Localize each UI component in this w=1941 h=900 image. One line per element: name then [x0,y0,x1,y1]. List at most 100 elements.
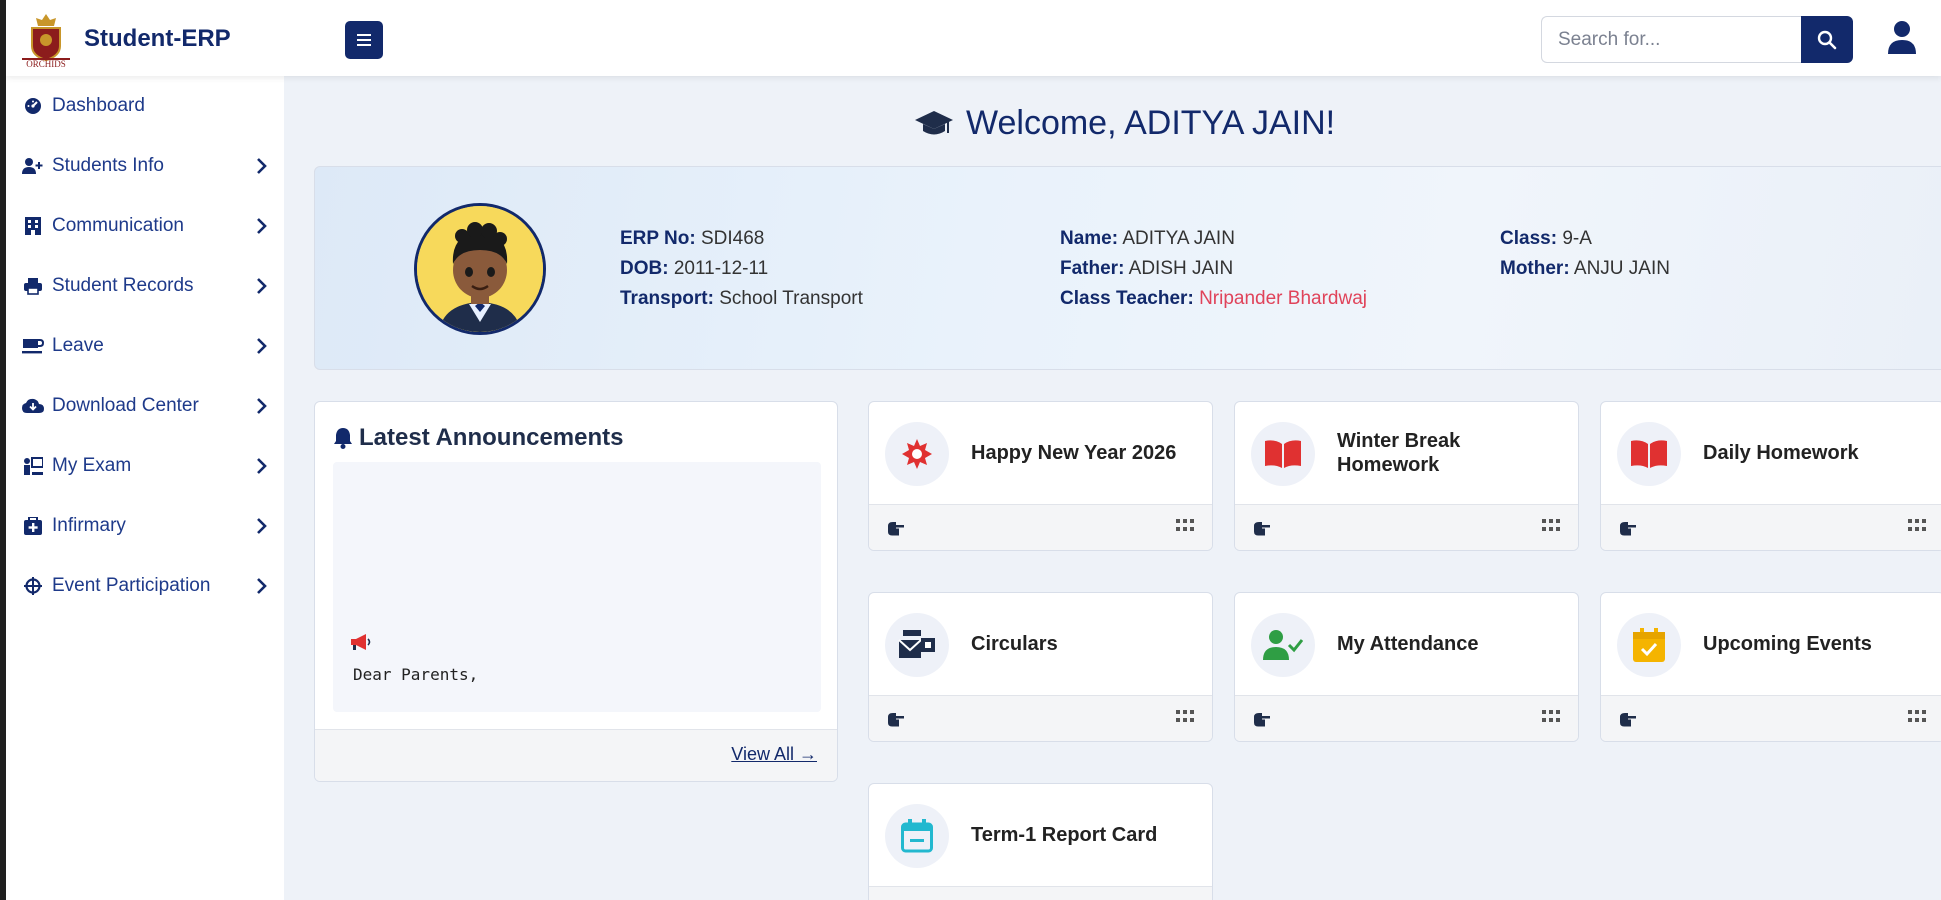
name-field: Name: ADITYA JAIN [1060,228,1235,250]
sidebar-item-label: Download Center [52,395,199,416]
sidebar-item-label: Students Info [52,155,164,176]
card-footer [1601,504,1941,550]
chevron-right-icon [257,338,267,354]
card-title: Winter Break Homework [1337,430,1461,476]
chalkboard-teacher-icon [22,455,44,477]
search-bar [1541,16,1853,63]
sidebar-item-leave[interactable]: Leave [22,326,272,366]
sidebar-item-communication[interactable]: Communication [22,206,272,246]
card-title: My Attendance [1337,633,1479,655]
card-title: Term-1 Report Card [971,824,1158,846]
card-icon-circle [885,613,949,677]
book-open-icon [1265,440,1301,468]
sidebar-item-label: Infirmary [52,515,126,536]
megaphone-icon [351,634,371,650]
name-value: ADITYA JAIN [1122,228,1235,249]
announcement-content: Dear Parents, [333,462,821,712]
card-term-1-report-card[interactable]: Term-1 Report Card [868,783,1213,900]
erp-label: ERP No: [620,228,696,249]
grid-dots-icon [1176,710,1194,722]
sidebar-item-download-center[interactable]: Download Center [22,386,272,426]
dob-value: 2011-12-11 [673,258,769,279]
user-plus-icon [22,155,44,177]
sidebar-item-my-exam[interactable]: My Exam [22,446,272,486]
card-footer [1601,695,1941,741]
grid-dots-icon [1908,519,1926,531]
app-title: Student-ERP [84,25,231,52]
card-title: Circulars [971,633,1058,655]
card-daily-homework[interactable]: Daily Homework [1600,401,1941,551]
card-title: Happy New Year 2026 [971,442,1177,464]
card-icon-circle [1617,613,1681,677]
printer-icon [22,275,44,297]
coffee-icon [22,335,44,357]
class-teacher-label: Class Teacher: [1060,288,1194,309]
card-my-attendance[interactable]: My Attendance [1234,592,1579,742]
search-button[interactable] [1801,16,1853,63]
card-title: Daily Homework [1703,442,1859,464]
medkit-icon [22,515,44,537]
hand-point-icon [1620,522,1636,536]
grid-dots-icon [1542,710,1560,722]
chevron-right-icon [257,458,267,474]
father-value: ADISH JAIN [1128,258,1234,279]
chevron-right-icon [257,518,267,534]
card-icon-circle [1617,422,1681,486]
sidebar-item-infirmary[interactable]: Infirmary [22,506,272,546]
class-teacher-value: Nripander Bhardwaj [1199,288,1367,309]
announcement-message: Dear Parents, [353,665,479,684]
hand-point-icon [1620,713,1636,727]
crosshairs-icon [22,575,44,597]
father-field: Father: ADISH JAIN [1060,258,1233,280]
class-label: Class: [1500,228,1558,249]
father-label: Father: [1060,258,1125,279]
sidebar-item-event-participation[interactable]: Event Participation [22,566,272,606]
hand-point-icon [888,522,904,536]
card-footer [869,886,1212,900]
page-title: Welcome, ADITYA JAIN! [914,104,1335,143]
card-winter-break-homework[interactable]: Winter Break Homework [1234,401,1579,551]
card-icon-circle [885,422,949,486]
chevron-right-icon [257,158,267,174]
card-icon-circle [1251,422,1315,486]
view-all-link[interactable]: View All → [731,744,817,765]
sidebar-item-student-records[interactable]: Student Records [22,266,272,306]
announcements-footer: View All → [315,729,837,781]
name-label: Name: [1060,228,1119,249]
brand[interactable]: ORCHIDS Student-ERP [20,10,231,69]
mother-label: Mother: [1500,258,1570,279]
sidebar-item-students-info[interactable]: Students Info [22,146,272,186]
card-footer [869,695,1212,741]
transport-label: Transport: [620,288,714,309]
hand-point-icon [1254,713,1270,727]
card-circulars[interactable]: Circulars [868,592,1213,742]
erp-number-field: ERP No: SDI468 [620,228,764,250]
sidebar-item-label: My Exam [52,455,132,476]
menu-toggle-button[interactable] [345,21,383,59]
sidebar-item-label: Dashboard [52,95,145,116]
user-profile-button[interactable] [1886,20,1918,56]
grid-dots-icon [1176,519,1194,531]
user-icon [1888,21,1916,54]
transport-value: School Transport [719,288,863,309]
svg-text:ORCHIDS: ORCHIDS [26,59,66,68]
top-navbar: ORCHIDS Student-ERP [6,0,1941,76]
announcements-title: Latest Announcements [359,424,624,451]
card-happy-new-year[interactable]: Happy New Year 2026 [868,401,1213,551]
app-window: ORCHIDS Student-ERP Search for... Dashbo… [6,0,1941,900]
calendar-check-icon [1633,628,1665,662]
card-title: Upcoming Events [1703,633,1872,655]
card-upcoming-events[interactable]: Upcoming Events [1600,592,1941,742]
card-footer [869,504,1212,550]
erp-value: SDI468 [700,228,765,249]
mother-field: Mother: ANJU JAIN [1500,258,1670,280]
mother-value: ANJU JAIN [1573,258,1670,279]
search-input[interactable] [1541,16,1801,63]
sidebar-item-dashboard[interactable]: Dashboard [22,86,272,126]
chevron-right-icon [257,398,267,414]
school-logo: ORCHIDS [20,10,72,69]
card-icon-circle [885,804,949,868]
dob-label: DOB: [620,258,669,279]
dob-field: DOB: 2011-12-11 [620,258,768,280]
class-field: Class: 9-A [1500,228,1592,250]
